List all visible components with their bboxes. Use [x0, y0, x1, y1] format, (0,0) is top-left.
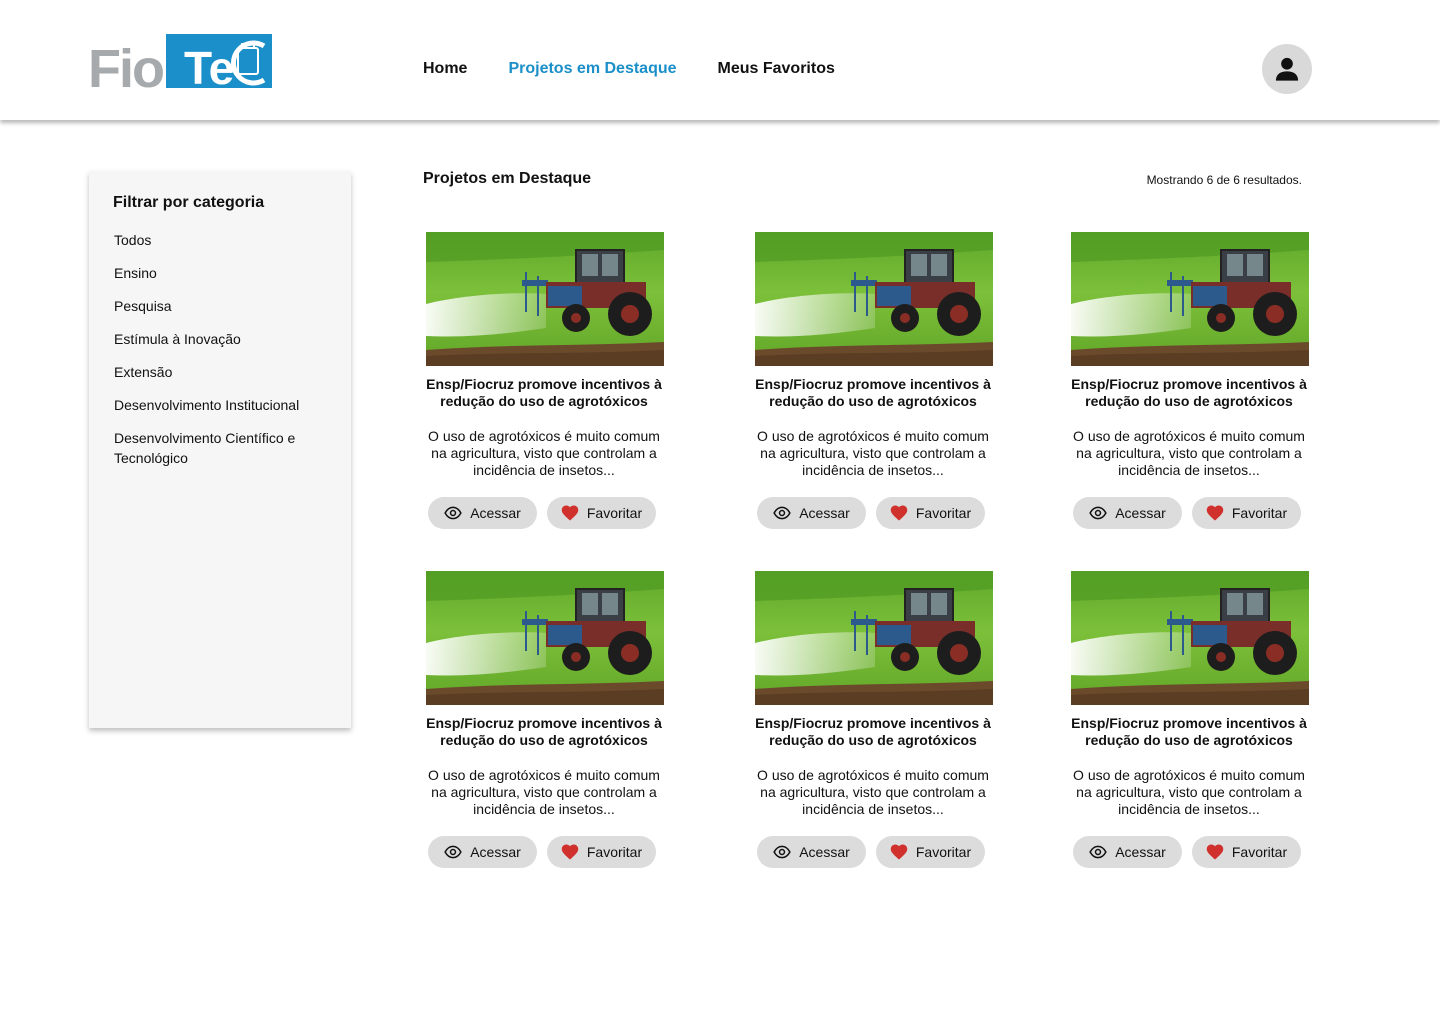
- favorite-label: Favoritar: [586, 505, 643, 521]
- project-image[interactable]: [755, 571, 993, 705]
- access-label: Acessar: [470, 505, 521, 521]
- favorite-button[interactable]: Favoritar: [1192, 497, 1301, 529]
- access-label: Acessar: [799, 505, 850, 521]
- eye-icon: [773, 843, 791, 861]
- access-label: Acessar: [1115, 844, 1166, 860]
- favorite-button[interactable]: Favoritar: [547, 497, 656, 529]
- access-button[interactable]: Acessar: [1073, 836, 1182, 868]
- favorite-label: Favoritar: [1231, 844, 1288, 860]
- filter-title: Filtrar por categoria: [113, 194, 265, 211]
- user-avatar-button[interactable]: [1262, 44, 1312, 94]
- access-label: Acessar: [1115, 505, 1166, 521]
- favorite-button[interactable]: Favoritar: [876, 497, 985, 529]
- heart-icon: [1206, 843, 1224, 861]
- category-desenvolvimento-institucional[interactable]: Desenvolvimento Institucional: [114, 395, 344, 415]
- nav-home[interactable]: Home: [423, 58, 467, 80]
- eye-icon: [444, 843, 462, 861]
- eye-icon: [773, 504, 791, 522]
- heart-icon: [561, 504, 579, 522]
- eye-icon: [1089, 843, 1107, 861]
- heart-icon: [561, 843, 579, 861]
- svg-text:Fio: Fio: [88, 39, 163, 90]
- category-todos[interactable]: Todos: [114, 230, 344, 250]
- access-button[interactable]: Acessar: [757, 497, 866, 529]
- project-description: O uso de agrotóxicos é muito comum na ag…: [757, 767, 989, 817]
- project-description: O uso de agrotóxicos é muito comum na ag…: [757, 428, 989, 478]
- category-extensao[interactable]: Extensão: [114, 362, 344, 382]
- category-estimula-inovacao[interactable]: Estímula à Inovação: [114, 329, 344, 349]
- favorite-label: Favoritar: [915, 505, 972, 521]
- site-header: Fio Te Home Projetos em Destaque Meus Fa…: [0, 0, 1440, 120]
- favorite-label: Favoritar: [915, 844, 972, 860]
- access-button[interactable]: Acessar: [428, 836, 537, 868]
- svg-text:Te: Te: [184, 42, 234, 90]
- favorite-button[interactable]: Favoritar: [1192, 836, 1301, 868]
- access-button[interactable]: Acessar: [1073, 497, 1182, 529]
- heart-icon: [890, 843, 908, 861]
- category-pesquisa[interactable]: Pesquisa: [114, 296, 344, 316]
- access-button[interactable]: Acessar: [428, 497, 537, 529]
- category-filter-panel: Filtrar por categoria Todos Ensino Pesqu…: [89, 171, 351, 728]
- category-list: Todos Ensino Pesquisa Estímula à Inovaçã…: [114, 230, 344, 481]
- project-title: Ensp/Fiocruz promove incentivos à reduçã…: [426, 715, 662, 748]
- fiotec-logo[interactable]: Fio Te: [88, 32, 272, 99]
- heart-icon: [890, 504, 908, 522]
- project-image[interactable]: [1071, 571, 1309, 705]
- project-description: O uso de agrotóxicos é muito comum na ag…: [428, 428, 660, 478]
- project-title: Ensp/Fiocruz promove incentivos à reduçã…: [755, 376, 991, 409]
- results-count: Mostrando 6 de 6 resultados.: [1146, 173, 1302, 187]
- project-description: O uso de agrotóxicos é muito comum na ag…: [1073, 767, 1305, 817]
- eye-icon: [1089, 504, 1107, 522]
- heart-icon: [1206, 504, 1224, 522]
- favorite-label: Favoritar: [1231, 505, 1288, 521]
- access-label: Acessar: [799, 844, 850, 860]
- category-ensino[interactable]: Ensino: [114, 263, 344, 283]
- project-title: Ensp/Fiocruz promove incentivos à reduçã…: [1071, 376, 1307, 409]
- project-title: Ensp/Fiocruz promove incentivos à reduçã…: [426, 376, 662, 409]
- project-image[interactable]: [426, 571, 664, 705]
- nav-projetos-em-destaque[interactable]: Projetos em Destaque: [508, 58, 676, 80]
- eye-icon: [444, 504, 462, 522]
- project-description: O uso de agrotóxicos é muito comum na ag…: [428, 767, 660, 817]
- project-image[interactable]: [426, 232, 664, 366]
- project-image[interactable]: [755, 232, 993, 366]
- project-title: Ensp/Fiocruz promove incentivos à reduçã…: [1071, 715, 1307, 748]
- favorite-label: Favoritar: [586, 844, 643, 860]
- project-title: Ensp/Fiocruz promove incentivos à reduçã…: [755, 715, 991, 748]
- favorite-button[interactable]: Favoritar: [547, 836, 656, 868]
- access-button[interactable]: Acessar: [757, 836, 866, 868]
- user-icon: [1275, 57, 1299, 81]
- category-desenvolvimento-cientifico-tecnologico[interactable]: Desenvolvimento Científico e Tecnológico: [114, 428, 344, 468]
- project-description: O uso de agrotóxicos é muito comum na ag…: [1073, 428, 1305, 478]
- nav-meus-favoritos[interactable]: Meus Favoritos: [718, 58, 835, 80]
- access-label: Acessar: [470, 844, 521, 860]
- project-image[interactable]: [1071, 232, 1309, 366]
- page-title: Projetos em Destaque: [423, 170, 592, 187]
- main-nav: Home Projetos em Destaque Meus Favoritos: [423, 58, 835, 80]
- favorite-button[interactable]: Favoritar: [876, 836, 985, 868]
